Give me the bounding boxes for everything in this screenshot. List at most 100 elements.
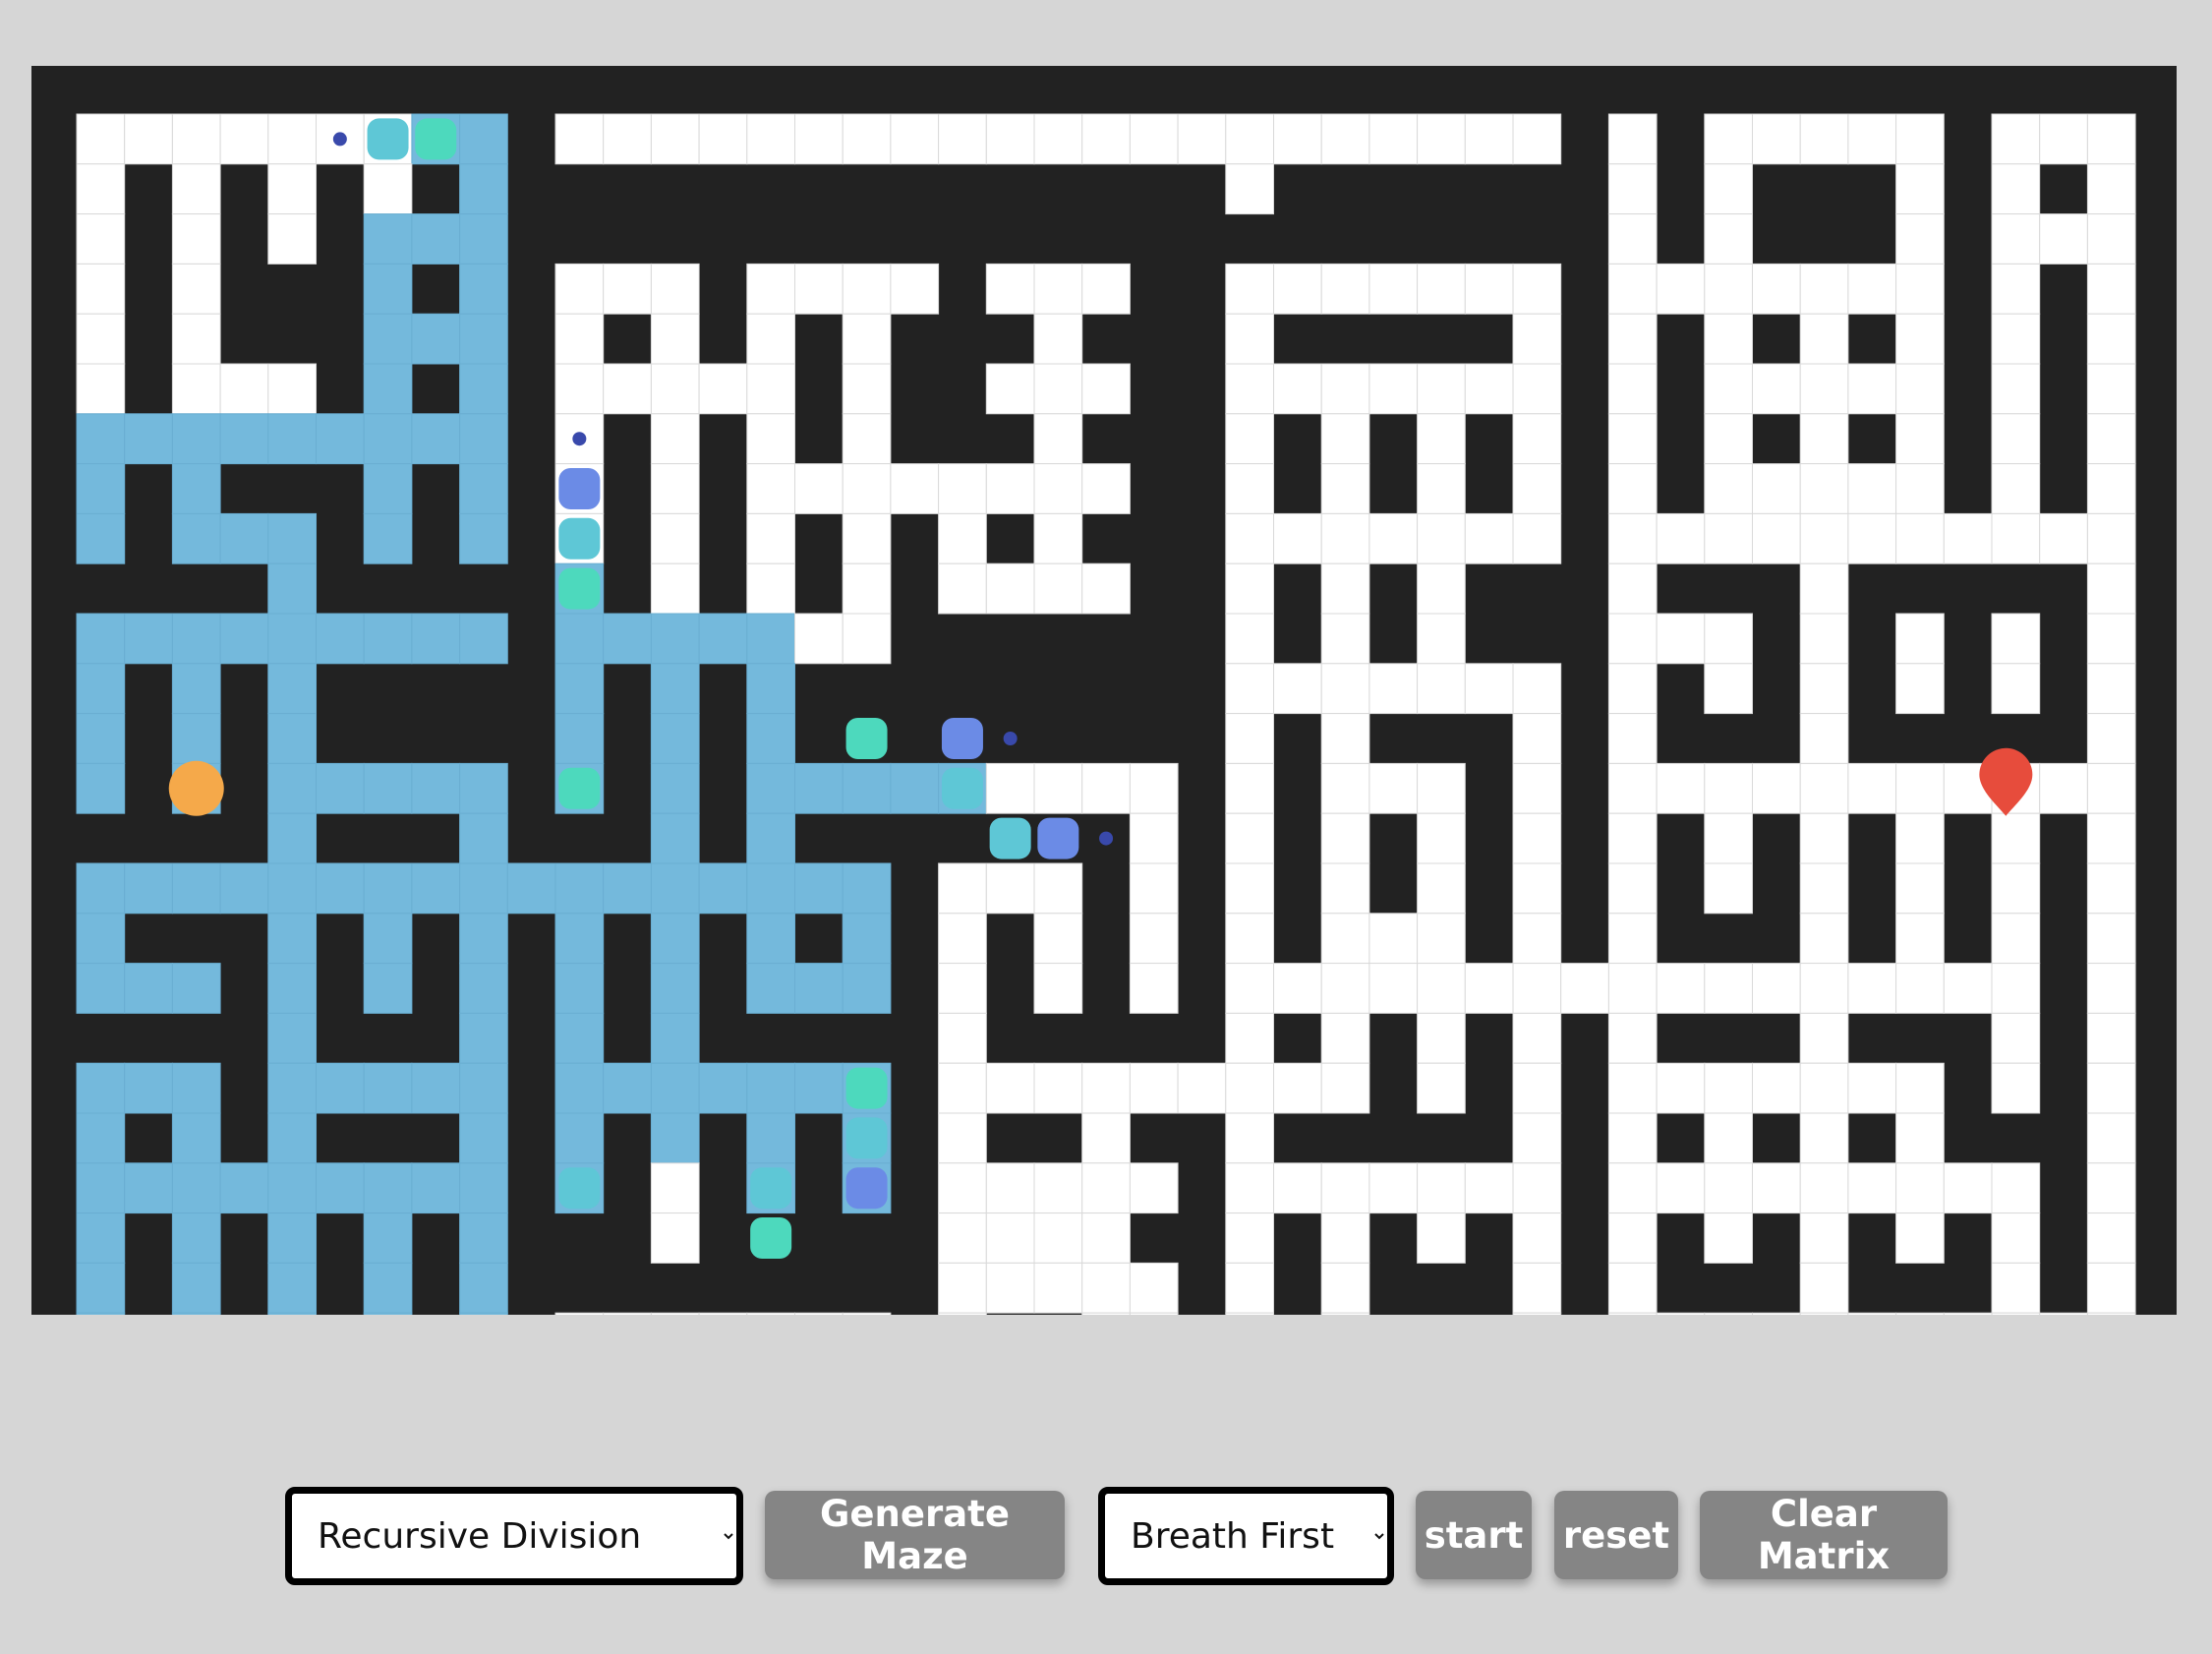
open-cell[interactable] xyxy=(1704,413,1754,465)
open-cell[interactable] xyxy=(1225,762,1275,814)
open-cell[interactable] xyxy=(1320,263,1370,315)
visited-cell[interactable] xyxy=(459,1162,508,1214)
visited-cell[interactable] xyxy=(267,862,318,915)
open-cell[interactable] xyxy=(1607,862,1658,915)
open-cell[interactable] xyxy=(2086,713,2136,764)
open-cell[interactable] xyxy=(1225,363,1275,415)
open-cell[interactable] xyxy=(1417,463,1466,514)
open-cell[interactable] xyxy=(2086,512,2136,564)
open-cell[interactable] xyxy=(746,113,795,165)
open-cell[interactable] xyxy=(1273,363,1322,415)
open-cell[interactable] xyxy=(985,1262,1035,1314)
visited-cell[interactable] xyxy=(171,663,221,715)
visited-cell[interactable] xyxy=(411,862,461,915)
open-cell[interactable] xyxy=(1512,1312,1562,1315)
visited-cell[interactable] xyxy=(76,613,126,665)
open-cell[interactable] xyxy=(554,263,605,315)
open-cell[interactable] xyxy=(1895,363,1945,415)
open-cell[interactable] xyxy=(1417,113,1466,165)
open-cell[interactable] xyxy=(1799,812,1849,864)
open-cell[interactable] xyxy=(1033,313,1083,365)
open-cell[interactable] xyxy=(1607,812,1658,864)
visited-cell[interactable] xyxy=(363,613,413,665)
visited-cell[interactable] xyxy=(603,1062,652,1114)
open-cell[interactable] xyxy=(1847,762,1897,814)
open-cell[interactable] xyxy=(2086,113,2136,165)
open-cell[interactable] xyxy=(650,1162,700,1214)
open-cell[interactable] xyxy=(1847,512,1897,564)
open-cell[interactable] xyxy=(1607,913,1658,965)
visited-cell[interactable] xyxy=(124,1062,173,1114)
open-cell[interactable] xyxy=(1512,113,1562,165)
open-cell[interactable] xyxy=(1225,1162,1275,1214)
visited-cell[interactable] xyxy=(363,913,413,965)
visited-cell[interactable] xyxy=(554,1062,605,1114)
visited-cell[interactable] xyxy=(411,613,461,665)
open-cell[interactable] xyxy=(1512,1062,1562,1114)
open-cell[interactable] xyxy=(1225,313,1275,365)
open-cell[interactable] xyxy=(1991,512,2041,564)
visited-cell[interactable] xyxy=(363,213,413,265)
visited-cell[interactable] xyxy=(650,613,700,665)
open-cell[interactable] xyxy=(1991,663,2041,715)
open-cell[interactable] xyxy=(1464,263,1514,315)
open-cell[interactable] xyxy=(1752,762,1801,814)
open-cell[interactable] xyxy=(1225,413,1275,465)
open-cell[interactable] xyxy=(1895,313,1945,365)
visited-cell[interactable] xyxy=(76,413,126,465)
open-cell[interactable] xyxy=(1752,113,1801,165)
visited-cell[interactable] xyxy=(363,862,413,915)
open-cell[interactable] xyxy=(1656,963,1706,1014)
visited-cell[interactable] xyxy=(650,663,700,715)
open-cell[interactable] xyxy=(1895,862,1945,915)
open-cell[interactable] xyxy=(2039,213,2088,265)
visited-cell[interactable] xyxy=(363,1312,413,1315)
open-cell[interactable] xyxy=(1225,1312,1275,1315)
maze-algorithm-select[interactable]: Recursive Division xyxy=(285,1487,743,1585)
visited-cell[interactable] xyxy=(267,1262,318,1314)
visited-cell[interactable] xyxy=(459,963,508,1014)
open-cell[interactable] xyxy=(1368,963,1419,1014)
visited-cell[interactable] xyxy=(459,263,508,315)
open-cell[interactable] xyxy=(650,263,700,315)
open-cell[interactable] xyxy=(1225,963,1275,1014)
visited-cell[interactable] xyxy=(554,1012,605,1064)
open-cell[interactable] xyxy=(890,463,940,514)
open-cell[interactable] xyxy=(1464,963,1514,1014)
visited-cell[interactable] xyxy=(76,913,126,965)
open-cell[interactable] xyxy=(2039,512,2088,564)
visited-cell[interactable] xyxy=(363,963,413,1014)
visited-cell[interactable] xyxy=(267,713,318,764)
open-cell[interactable] xyxy=(1129,1162,1179,1214)
open-cell[interactable] xyxy=(1320,512,1370,564)
open-cell[interactable] xyxy=(1607,613,1658,665)
visited-cell[interactable] xyxy=(411,213,461,265)
open-cell[interactable] xyxy=(1081,1262,1131,1314)
open-cell[interactable] xyxy=(1273,1062,1322,1114)
open-cell[interactable] xyxy=(1464,512,1514,564)
visited-cell[interactable] xyxy=(267,512,318,564)
open-cell[interactable] xyxy=(1225,613,1275,665)
open-cell[interactable] xyxy=(1656,762,1706,814)
open-cell[interactable] xyxy=(2086,663,2136,715)
maze-grid[interactable] xyxy=(31,66,2177,1315)
open-cell[interactable] xyxy=(842,263,892,315)
visited-cell[interactable] xyxy=(459,1062,508,1114)
open-cell[interactable] xyxy=(842,413,892,465)
visited-cell[interactable] xyxy=(316,1062,365,1114)
open-cell[interactable] xyxy=(1512,463,1562,514)
visited-cell[interactable] xyxy=(746,1112,795,1164)
open-cell[interactable] xyxy=(1704,613,1754,665)
open-cell[interactable] xyxy=(1081,1312,1131,1315)
visited-cell[interactable] xyxy=(554,663,605,715)
open-cell[interactable] xyxy=(1991,862,2041,915)
open-cell[interactable] xyxy=(1225,862,1275,915)
open-cell[interactable] xyxy=(1225,663,1275,715)
open-cell[interactable] xyxy=(1225,913,1275,965)
visited-cell[interactable] xyxy=(459,1112,508,1164)
open-cell[interactable] xyxy=(1225,562,1275,615)
open-cell[interactable] xyxy=(1895,163,1945,215)
open-cell[interactable] xyxy=(1033,1262,1083,1314)
open-cell[interactable] xyxy=(1512,263,1562,315)
open-cell[interactable] xyxy=(2086,562,2136,615)
